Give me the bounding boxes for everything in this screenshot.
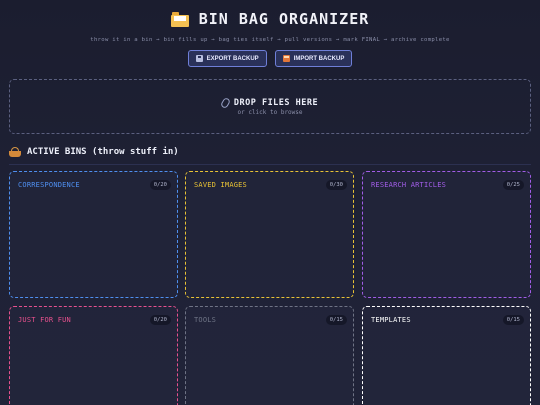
import-backup-label: IMPORT BACKUP [293, 55, 345, 62]
bin-count-badge: 0/25 [502, 180, 524, 190]
active-bins-heading: ACTIVE BINS (throw stuff in) [9, 147, 179, 157]
bin-card[interactable]: TOOLS 0/15 [185, 306, 354, 405]
bin-name: JUST FOR FUN [18, 316, 71, 324]
paperclip-icon [219, 96, 231, 109]
bin-name: SAVED IMAGES [194, 181, 247, 189]
export-backup-button[interactable]: EXPORT BACKUP [187, 50, 267, 67]
inbox-tray-icon [282, 55, 290, 62]
page-title: BIN BAG ORGANIZER [0, 8, 540, 30]
active-bins-heading-text: ACTIVE BINS (throw stuff in) [27, 147, 179, 157]
bin-count-badge: 0/20 [149, 315, 171, 325]
app-header: BIN BAG ORGANIZER throw it in a bin → bi… [0, 0, 540, 67]
bin-card[interactable]: SAVED IMAGES 0/30 [185, 171, 354, 298]
bin-name: TEMPLATES [371, 316, 411, 324]
backup-toolbar: EXPORT BACKUP IMPORT BACKUP [0, 50, 540, 67]
floppy-disk-icon [195, 55, 203, 62]
bin-card[interactable]: CORRESPONDENCE 0/20 [9, 171, 178, 298]
bin-count-badge: 0/20 [149, 180, 171, 190]
basket-icon [9, 147, 21, 157]
section-divider [9, 164, 531, 165]
bin-name: RESEARCH ARTICLES [371, 181, 447, 189]
title-text: BIN BAG ORGANIZER [198, 10, 370, 28]
dropzone-subtitle: or click to browse [237, 108, 303, 116]
bin-count-badge: 0/15 [325, 315, 347, 325]
bin-card[interactable]: TEMPLATES 0/15 [362, 306, 531, 405]
import-backup-button[interactable]: IMPORT BACKUP [274, 50, 353, 67]
bin-name: TOOLS [194, 316, 217, 324]
bin-card[interactable]: JUST FOR FUN 0/20 [9, 306, 178, 405]
workflow-subtitle: throw it in a bin → bin fills up → bag t… [90, 37, 450, 43]
dropzone-title-text: DROP FILES HERE [233, 97, 319, 108]
dropzone-title: DROP FILES HERE [219, 96, 319, 109]
export-backup-label: EXPORT BACKUP [206, 55, 259, 62]
file-dropzone[interactable]: DROP FILES HERE or click to browse [9, 79, 531, 134]
folder-icon [170, 11, 189, 27]
bin-name: CORRESPONDENCE [18, 181, 80, 189]
bin-count-badge: 0/30 [325, 180, 347, 190]
bin-card[interactable]: RESEARCH ARTICLES 0/25 [362, 171, 531, 298]
bin-count-badge: 0/15 [502, 315, 524, 325]
